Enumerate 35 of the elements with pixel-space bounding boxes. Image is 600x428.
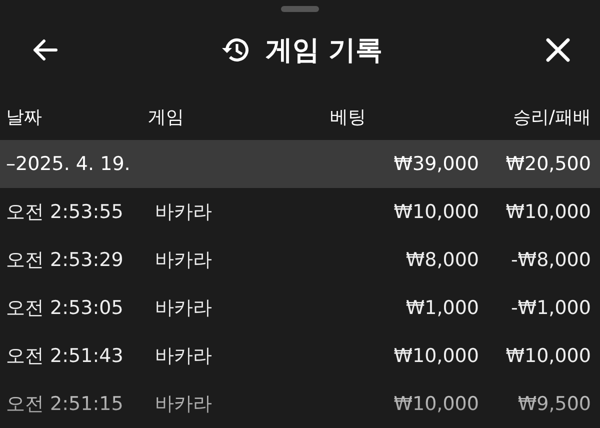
time-cell-text: 오전 2:51:15 [6, 392, 124, 417]
close-button[interactable] [546, 38, 570, 62]
result-cell-text: ₩10,000 [504, 345, 591, 367]
back-arrow-icon [32, 39, 58, 61]
bet-cell-text: ₩10,000 [392, 201, 479, 223]
result-cell-text: ₩10,000 [504, 201, 591, 223]
date-group-row[interactable]: –2025. 4. 19. ₩39,000 ₩20,500 [0, 140, 600, 188]
time-cell-text: 오전 2:51:43 [6, 344, 124, 369]
header-title: 게임 기록 [265, 34, 383, 68]
date-group-label: –2025. 4. 19. [6, 153, 132, 175]
result-total: ₩20,500 [504, 153, 591, 175]
history-icon [221, 36, 252, 64]
column-header: 승리/패배 [512, 106, 591, 129]
close-icon [546, 38, 570, 62]
game-cell-text: 바카라 [155, 392, 213, 417]
column-header: 게임 [148, 106, 185, 129]
time-cell-text: 오전 2:53:29 [6, 248, 124, 273]
game-cell-text: 바카라 [155, 296, 213, 321]
bet-total: ₩39,000 [392, 153, 479, 175]
result-cell-text: ₩9,500 [516, 393, 591, 415]
bet-cell-text: ₩1,000 [404, 297, 479, 319]
time-cell-text: 오전 2:53:05 [6, 296, 124, 321]
bet-cell-text: ₩8,000 [404, 249, 479, 271]
bet-cell-text: ₩10,000 [392, 345, 479, 367]
time-cell-text: 오전 2:53:55 [6, 200, 124, 225]
game-cell-text: 바카라 [155, 200, 213, 225]
column-header: 베팅 [330, 106, 367, 129]
result-cell-text: -₩1,000 [510, 297, 591, 319]
back-button[interactable] [32, 39, 58, 61]
drag-handle[interactable] [281, 6, 319, 12]
result-cell-text: -₩8,000 [510, 249, 591, 271]
game-cell-text: 바카라 [155, 344, 213, 369]
game-cell-text: 바카라 [155, 248, 213, 273]
bet-cell-text: ₩10,000 [392, 393, 479, 415]
column-header: 날짜 [6, 106, 43, 129]
